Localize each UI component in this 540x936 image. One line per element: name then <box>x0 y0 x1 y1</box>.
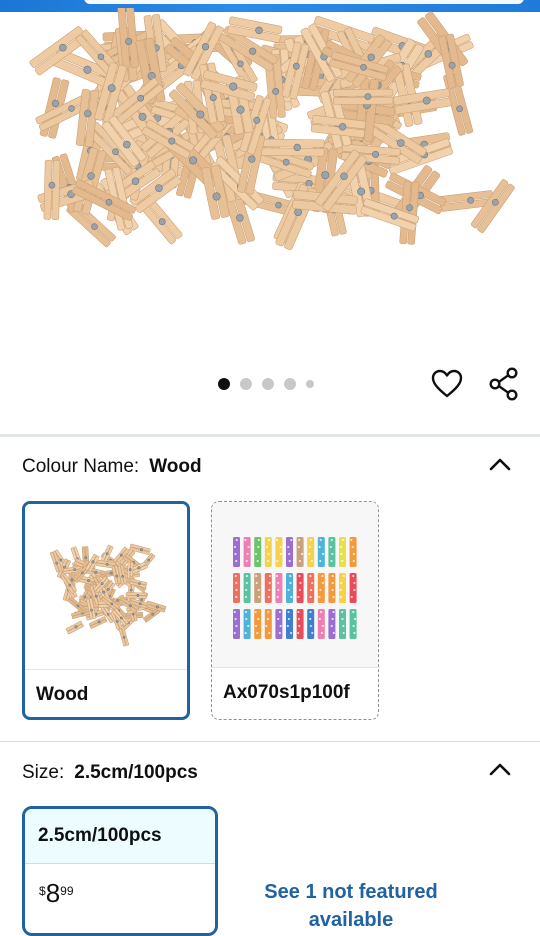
colour-option-label: Ax070s1p100f <box>223 682 350 703</box>
colored-pins-thumbnail-image <box>233 536 357 639</box>
image-pagination-dots[interactable] <box>218 378 314 390</box>
section-divider <box>0 434 540 437</box>
colour-label: Colour Name: <box>22 456 140 477</box>
size-option-label: 2.5cm/100pcs <box>25 809 215 864</box>
pagination-dot-4[interactable] <box>284 378 296 390</box>
heart-icon <box>431 369 463 398</box>
size-option-2-5cm-100pcs[interactable]: 2.5cm/100pcs $ 8 99 <box>22 806 218 936</box>
colour-value: Wood <box>149 456 202 477</box>
pagination-dot-1[interactable] <box>218 378 230 390</box>
size-label: Size: <box>22 762 65 783</box>
size-option-price: $ 8 99 <box>25 864 215 906</box>
share-button[interactable] <box>486 366 522 402</box>
colour-collapse-toggle[interactable] <box>486 450 514 478</box>
price-fraction: 99 <box>60 884 74 898</box>
size-heading: Size: 2.5cm/100pcs <box>22 762 198 784</box>
chevron-up-icon <box>489 763 511 776</box>
share-icon <box>489 367 518 401</box>
price-whole: 8 <box>45 878 61 908</box>
see-not-featured-link[interactable]: See 1 not featured available <box>236 878 466 934</box>
chevron-up-icon <box>489 458 511 471</box>
price-currency: $ <box>39 884 46 898</box>
wood-thumbnail-image <box>49 543 167 646</box>
wishlist-button[interactable] <box>429 366 465 402</box>
colour-option-ax070s1p100f[interactable]: Ax070s1p100f <box>211 501 379 720</box>
section-divider <box>0 741 540 742</box>
pagination-dot-3[interactable] <box>262 378 274 390</box>
pagination-dot-5[interactable] <box>306 380 314 388</box>
colour-heading: Colour Name: Wood <box>22 456 202 478</box>
colour-option-wood-thumbnail <box>25 504 187 670</box>
colour-option-ax070s1p100f-thumbnail <box>212 502 378 668</box>
pagination-dot-2[interactable] <box>240 378 252 390</box>
product-gallery <box>0 0 540 434</box>
product-image[interactable] <box>10 8 530 298</box>
size-collapse-toggle[interactable] <box>486 755 514 783</box>
colour-option-label: Wood <box>36 684 89 705</box>
colour-option-wood[interactable]: Wood <box>22 501 190 720</box>
size-value: 2.5cm/100pcs <box>74 762 198 783</box>
